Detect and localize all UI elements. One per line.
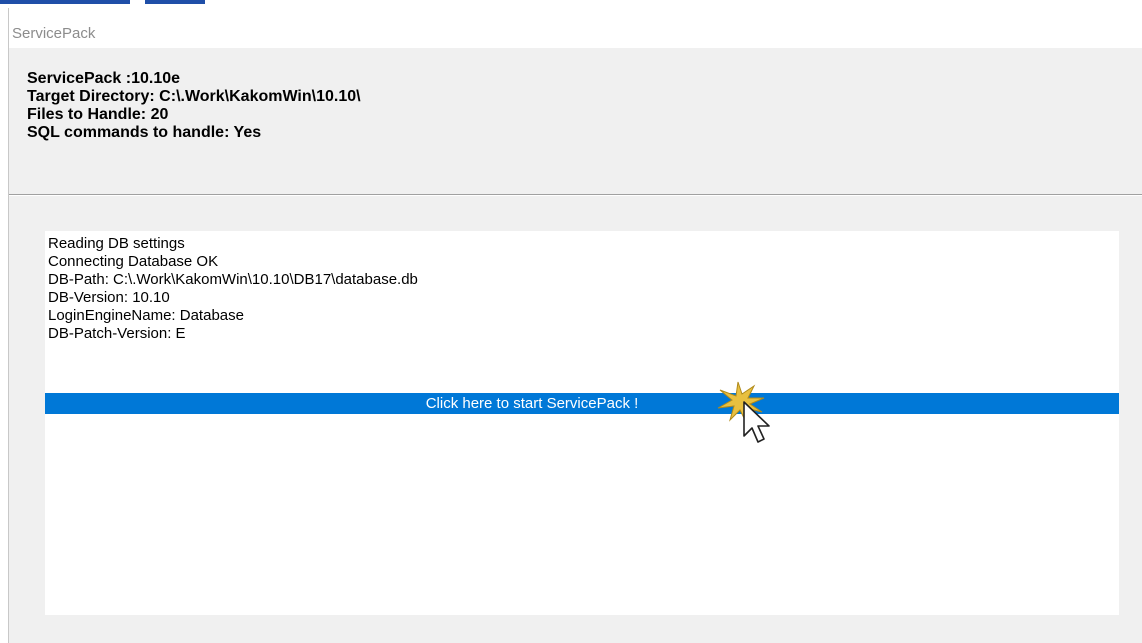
background-window-bar xyxy=(0,0,130,4)
background-window-bar xyxy=(145,0,205,4)
log-line: DB-Path: C:\.Work\KakomWin\10.10\DB17\da… xyxy=(48,271,418,288)
target-directory: Target Directory: C:\.Work\KakomWin\10.1… xyxy=(27,88,361,105)
sql-commands: SQL commands to handle: Yes xyxy=(27,124,262,141)
log-line: Connecting Database OK xyxy=(48,253,219,270)
title-bar[interactable]: ServicePack xyxy=(9,8,1142,48)
info-block: ServicePack :10.10e Target Directory: C:… xyxy=(27,70,361,142)
log-line: LoginEngineName: Database xyxy=(48,307,244,324)
files-to-handle: Files to Handle: 20 xyxy=(27,106,169,123)
servicepack-version: ServicePack :10.10e xyxy=(27,70,181,87)
log-panel: Reading DB settings Connecting Database … xyxy=(45,231,1119,615)
window-left-edge xyxy=(0,8,9,643)
background-window-strip xyxy=(0,0,1142,8)
servicepack-window: ServicePack ServicePack :10.10e Target D… xyxy=(0,0,1142,643)
start-servicepack-label: Click here to start ServicePack ! xyxy=(425,395,639,412)
start-servicepack-button[interactable]: Click here to start ServicePack ! xyxy=(45,393,1119,414)
window-title: ServicePack xyxy=(12,25,96,42)
log-line: DB-Version: 10.10 xyxy=(48,289,170,306)
log-line: DB-Patch-Version: E xyxy=(48,325,186,342)
log-lines: Reading DB settings Connecting Database … xyxy=(48,235,418,343)
header-divider xyxy=(9,194,1142,196)
log-line: Reading DB settings xyxy=(48,235,185,252)
servicepack-info-header: ServicePack :10.10e Target Directory: C:… xyxy=(9,48,1142,194)
